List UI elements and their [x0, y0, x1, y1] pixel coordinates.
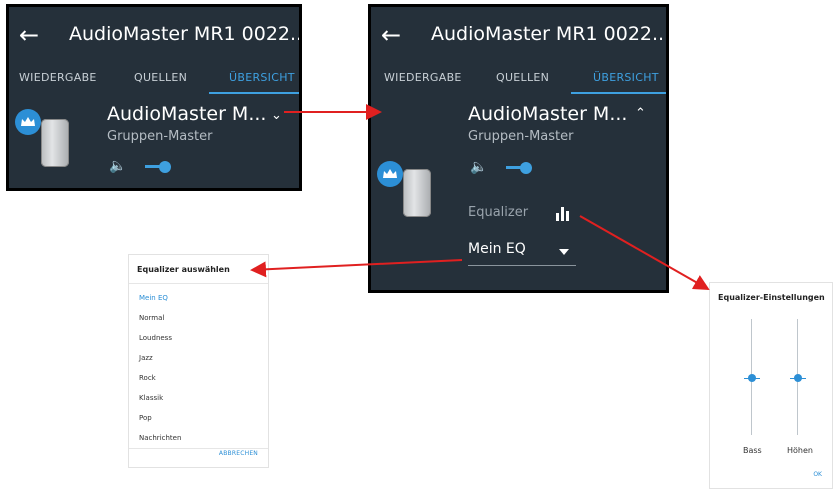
arrow-to-select-dialog [250, 259, 463, 278]
arrow-to-settings-dialog [579, 215, 710, 290]
annotation-arrows [250, 104, 710, 290]
